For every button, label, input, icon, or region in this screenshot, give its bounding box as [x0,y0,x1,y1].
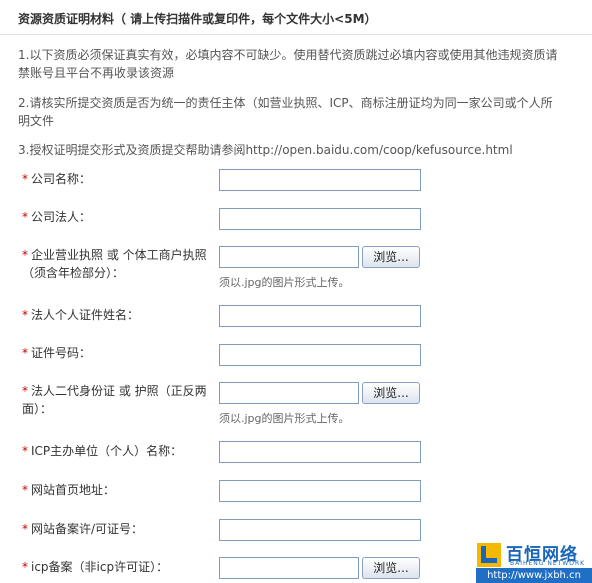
required-mark: * [22,483,28,497]
id-number-input[interactable] [219,344,421,366]
company-name-input[interactable] [219,169,421,191]
note-1: 1.以下资质必须保证真实有效，必填内容不可缺少。使用替代资质跳过必填内容或使用其… [18,46,592,82]
required-mark: * [22,248,28,262]
required-mark: * [22,444,28,458]
site-license-label: * 网站备案许/可证号： [22,520,212,538]
icp-owner-input[interactable] [219,441,421,463]
watermark-subtitle: BAIHENG NETWORK [510,560,586,567]
id-number-label: * 证件号码： [22,344,212,362]
id-name-label-text: 法人个人证件姓名： [31,308,140,322]
icp-record-file-input[interactable] [219,557,359,579]
note-1-line-1: 1.以下资质必须保证真实有效，必填内容不可缺少。使用替代资质跳过必填内容或使用其… [18,48,558,62]
business-license-hint: 须以.jpg的图片形式上传。 [219,276,350,289]
baiheng-logo-icon [477,543,501,567]
site-url-label: * 网站首页地址： [22,481,212,499]
business-license-label-text: 企业营业执照 或 个体工商户执照（须含年检部分）： [22,248,207,280]
id-name-input[interactable] [219,305,421,327]
note-3: 3.授权证明提交形式及资质提交帮助请参阅http://open.baidu.co… [18,141,592,159]
required-mark: * [22,210,28,224]
company-name-label: * 公司名称： [22,170,212,188]
watermark: 百恒网络 BAIHENG NETWORK http://www.jxbh.cn [476,540,592,583]
id-scan-label: * 法人二代身份证 或 护照（正反两面）： [22,382,212,418]
legal-person-label: * 公司法人： [22,208,212,226]
required-mark: * [22,346,28,360]
id-name-label: * 法人个人证件姓名： [22,306,212,324]
site-url-label-text: 网站首页地址： [31,483,116,497]
business-license-browse-button[interactable]: 浏览... [362,246,420,268]
icp-owner-label: * ICP主办单位（个人）名称： [22,442,212,460]
required-mark: * [22,384,28,398]
icp-record-label: * icp备案（非icp许可证）： [22,558,212,576]
required-mark: * [22,560,28,574]
company-name-label-text: 公司名称： [31,172,92,186]
note-1-line-2: 禁账号且平台不再收录该资源 [18,66,175,80]
site-license-label-text: 网站备案许/可证号： [31,522,144,536]
id-scan-browse-button[interactable]: 浏览... [362,382,420,404]
note-2-line-2: 明文件 [18,114,55,128]
legal-person-label-text: 公司法人： [31,210,92,224]
section-header: 资源资质证明材料（ 请上传扫描件或复印件，每个文件大小<5M） [0,0,592,35]
site-url-input[interactable] [219,480,421,502]
business-license-file-input[interactable] [219,246,359,268]
legal-person-input[interactable] [219,208,421,230]
business-license-label: * 企业营业执照 或 个体工商户执照（须含年检部分）： [22,246,212,282]
id-scan-file-input[interactable] [219,382,359,404]
icp-owner-label-text: ICP主办单位（个人）名称： [31,444,183,458]
icp-record-label-text: icp备案（非icp许可证）： [31,560,169,574]
required-mark: * [22,522,28,536]
id-scan-hint: 须以.jpg的图片形式上传。 [219,412,350,425]
note-2: 2.请核实所提交资质是否为统一的责任主体（如营业执照、ICP、商标注册证均为同一… [18,94,592,130]
note-2-line-1: 2.请核实所提交资质是否为统一的责任主体（如营业执照、ICP、商标注册证均为同一… [18,96,553,110]
id-scan-label-text: 法人二代身份证 或 护照（正反两面）： [22,384,207,416]
note-3-line-1: 3.授权证明提交形式及资质提交帮助请参阅http://open.baidu.co… [18,143,513,157]
required-mark: * [22,308,28,322]
required-mark: * [22,172,28,186]
watermark-url: http://www.jxbh.cn [476,568,592,583]
id-number-label-text: 证件号码： [31,346,92,360]
icp-record-browse-button[interactable]: 浏览... [362,557,420,579]
section-title: 资源资质证明材料（ 请上传扫描件或复印件，每个文件大小<5M） [18,12,377,26]
site-license-input[interactable] [219,519,421,541]
